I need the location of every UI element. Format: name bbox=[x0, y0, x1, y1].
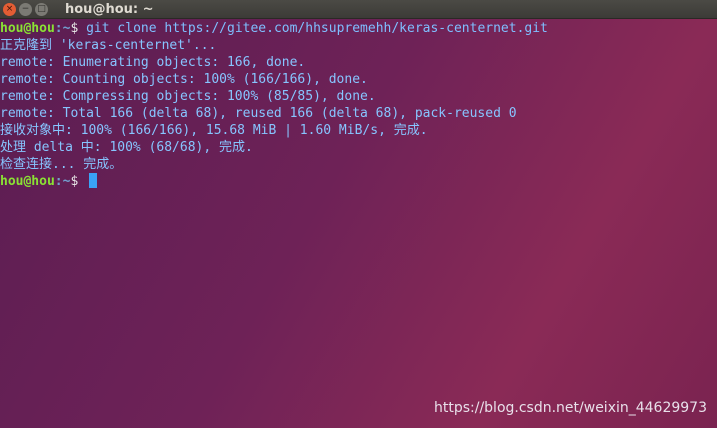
window-titlebar: × − □ hou@hou: ~ bbox=[0, 0, 717, 19]
maximize-icon[interactable]: □ bbox=[35, 2, 48, 16]
output-line: remote: Counting objects: 100% (166/166)… bbox=[0, 72, 368, 87]
text-cursor bbox=[89, 173, 98, 188]
minimize-icon[interactable]: − bbox=[19, 2, 32, 16]
prompt-user: hou@hou bbox=[0, 174, 55, 189]
terminal-area[interactable]: hou@hou:~$ git clone https://gitee.com/h… bbox=[0, 20, 717, 428]
window-title: hou@hou: ~ bbox=[65, 1, 154, 17]
output-line: remote: Total 166 (delta 68), reused 166… bbox=[0, 106, 517, 121]
command-line: hou@hou:~$ git clone https://gitee.com/h… bbox=[0, 20, 717, 37]
output-line: 正克隆到 'keras-centernet'... bbox=[0, 38, 217, 53]
window-controls: × − □ bbox=[3, 2, 51, 16]
prompt-path: :~ bbox=[54, 21, 71, 36]
command-text: git clone https://gitee.com/hhsupremehh/… bbox=[86, 21, 548, 36]
output-line: remote: Enumerating objects: 166, done. bbox=[0, 55, 306, 70]
output-line: 检查连接... 完成。 bbox=[0, 157, 123, 172]
prompt-sign: $ bbox=[70, 21, 87, 36]
prompt-user: hou@hou bbox=[0, 21, 55, 36]
output-line: remote: Compressing objects: 100% (85/85… bbox=[0, 89, 376, 104]
output-line: 处理 delta 中: 100% (68/68), 完成. bbox=[0, 140, 253, 155]
prompt-path: :~ bbox=[54, 174, 71, 189]
close-icon[interactable]: × bbox=[3, 2, 16, 16]
watermark-text: https://blog.csdn.net/weixin_44629973 bbox=[433, 400, 707, 416]
prompt-sign: $ bbox=[70, 174, 87, 189]
output-line: 接收对象中: 100% (166/166), 15.68 MiB | 1.60 … bbox=[0, 123, 428, 138]
current-prompt-line[interactable]: hou@hou:~$ bbox=[0, 173, 717, 190]
